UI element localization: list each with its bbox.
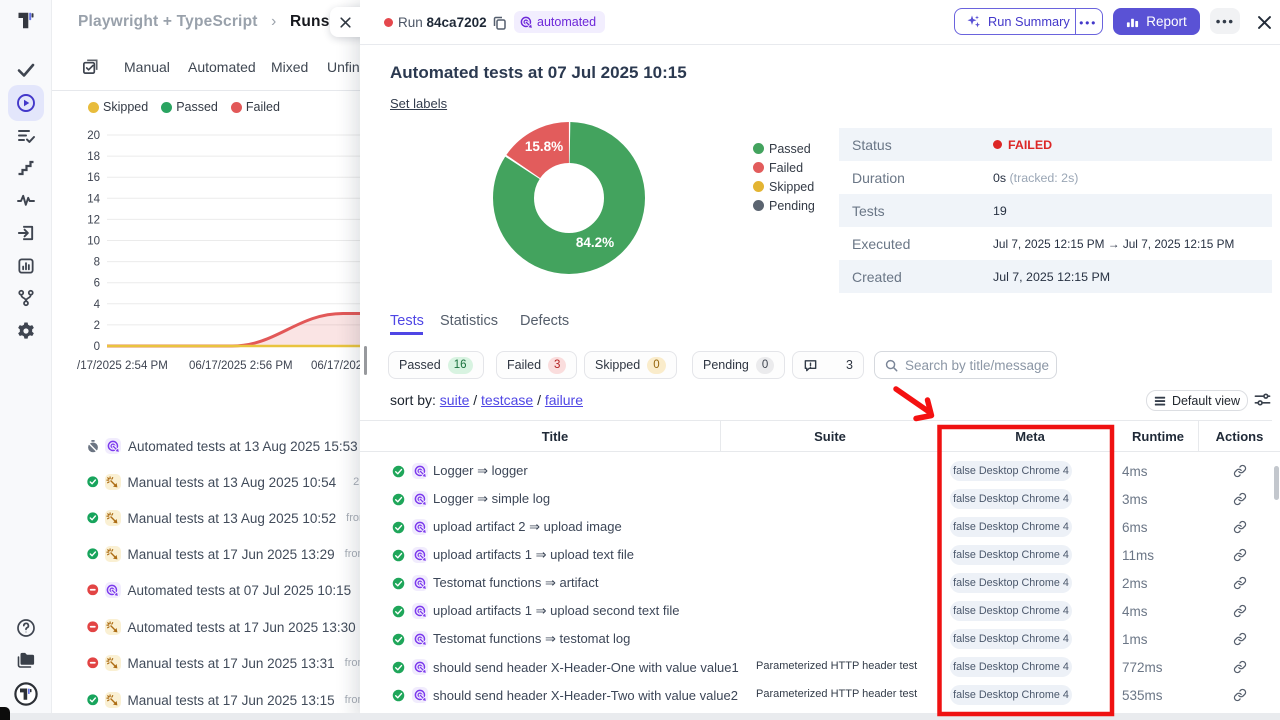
svg-text:6: 6 <box>94 278 100 290</box>
svg-text:/17/2025 2:54 PM: /17/2025 2:54 PM <box>77 360 168 372</box>
svg-text:10: 10 <box>87 236 100 248</box>
svg-text:0: 0 <box>94 341 100 353</box>
svg-text:2: 2 <box>94 320 100 332</box>
svg-text:84.2%: 84.2% <box>576 235 614 250</box>
svg-text:14: 14 <box>87 193 100 205</box>
svg-text:06/17/2025 2:56 PM: 06/17/2025 2:56 PM <box>189 360 293 372</box>
svg-text:16: 16 <box>87 172 100 184</box>
svg-text:18: 18 <box>87 151 100 163</box>
svg-text:20: 20 <box>87 130 100 142</box>
svg-text:12: 12 <box>87 214 100 226</box>
svg-text:15.8%: 15.8% <box>525 139 563 154</box>
svg-text:8: 8 <box>94 257 100 269</box>
svg-text:4: 4 <box>94 299 101 311</box>
